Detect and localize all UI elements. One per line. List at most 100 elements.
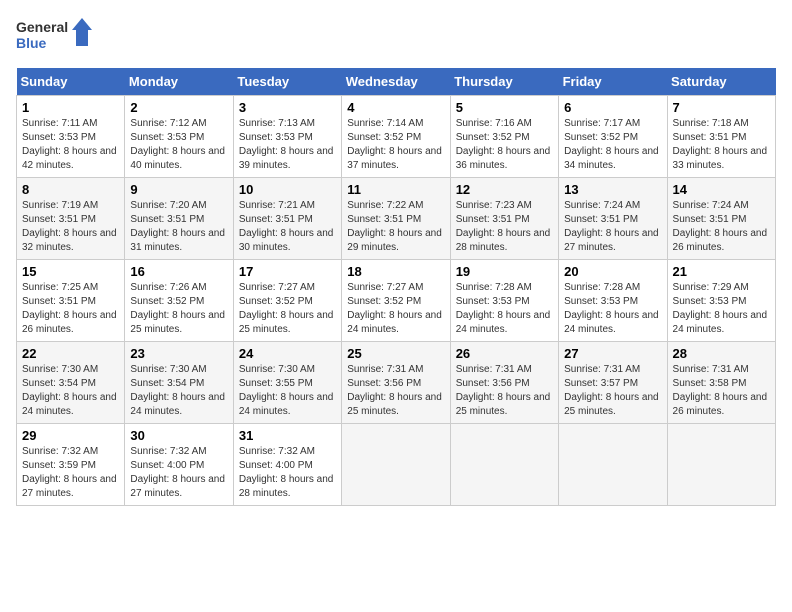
day-number: 3: [239, 100, 336, 115]
day-number: 2: [130, 100, 227, 115]
calendar-week-row: 8 Sunrise: 7:19 AM Sunset: 3:51 PM Dayli…: [17, 178, 776, 260]
day-number: 1: [22, 100, 119, 115]
day-info: Sunrise: 7:17 AM Sunset: 3:52 PM Dayligh…: [564, 117, 661, 173]
day-info: Sunrise: 7:22 AM Sunset: 3:51 PM Dayligh…: [347, 199, 444, 255]
day-number: 8: [22, 182, 119, 197]
calendar-cell: 23 Sunrise: 7:30 AM Sunset: 3:54 PM Dayl…: [125, 342, 233, 424]
calendar-cell: 20 Sunrise: 7:28 AM Sunset: 3:53 PM Dayl…: [559, 260, 667, 342]
day-number: 21: [673, 264, 770, 279]
day-number: 29: [22, 428, 119, 443]
day-number: 16: [130, 264, 227, 279]
day-number: 22: [22, 346, 119, 361]
day-info: Sunrise: 7:32 AM Sunset: 4:00 PM Dayligh…: [130, 445, 227, 501]
weekday-header-row: SundayMondayTuesdayWednesdayThursdayFrid…: [17, 68, 776, 96]
day-info: Sunrise: 7:24 AM Sunset: 3:51 PM Dayligh…: [564, 199, 661, 255]
calendar-cell: 9 Sunrise: 7:20 AM Sunset: 3:51 PM Dayli…: [125, 178, 233, 260]
day-number: 27: [564, 346, 661, 361]
day-number: 28: [673, 346, 770, 361]
calendar-cell: 2 Sunrise: 7:12 AM Sunset: 3:53 PM Dayli…: [125, 96, 233, 178]
calendar-cell: 30 Sunrise: 7:32 AM Sunset: 4:00 PM Dayl…: [125, 424, 233, 506]
calendar-cell: 13 Sunrise: 7:24 AM Sunset: 3:51 PM Dayl…: [559, 178, 667, 260]
calendar-cell: 17 Sunrise: 7:27 AM Sunset: 3:52 PM Dayl…: [233, 260, 341, 342]
day-number: 6: [564, 100, 661, 115]
calendar-table: SundayMondayTuesdayWednesdayThursdayFrid…: [16, 68, 776, 506]
calendar-cell: 5 Sunrise: 7:16 AM Sunset: 3:52 PM Dayli…: [450, 96, 558, 178]
day-info: Sunrise: 7:25 AM Sunset: 3:51 PM Dayligh…: [22, 281, 119, 337]
svg-text:General: General: [16, 19, 68, 35]
calendar-cell: 31 Sunrise: 7:32 AM Sunset: 4:00 PM Dayl…: [233, 424, 341, 506]
calendar-cell: 27 Sunrise: 7:31 AM Sunset: 3:57 PM Dayl…: [559, 342, 667, 424]
day-info: Sunrise: 7:19 AM Sunset: 3:51 PM Dayligh…: [22, 199, 119, 255]
day-info: Sunrise: 7:30 AM Sunset: 3:54 PM Dayligh…: [22, 363, 119, 419]
day-number: 20: [564, 264, 661, 279]
day-number: 24: [239, 346, 336, 361]
calendar-cell: 10 Sunrise: 7:21 AM Sunset: 3:51 PM Dayl…: [233, 178, 341, 260]
day-info: Sunrise: 7:12 AM Sunset: 3:53 PM Dayligh…: [130, 117, 227, 173]
day-number: 9: [130, 182, 227, 197]
svg-text:Blue: Blue: [16, 35, 47, 51]
day-number: 23: [130, 346, 227, 361]
weekday-header: Tuesday: [233, 68, 341, 96]
day-info: Sunrise: 7:16 AM Sunset: 3:52 PM Dayligh…: [456, 117, 553, 173]
day-info: Sunrise: 7:26 AM Sunset: 3:52 PM Dayligh…: [130, 281, 227, 337]
day-number: 5: [456, 100, 553, 115]
calendar-cell: 4 Sunrise: 7:14 AM Sunset: 3:52 PM Dayli…: [342, 96, 450, 178]
calendar-cell: 26 Sunrise: 7:31 AM Sunset: 3:56 PM Dayl…: [450, 342, 558, 424]
day-number: 4: [347, 100, 444, 115]
day-info: Sunrise: 7:31 AM Sunset: 3:56 PM Dayligh…: [347, 363, 444, 419]
day-number: 11: [347, 182, 444, 197]
day-info: Sunrise: 7:20 AM Sunset: 3:51 PM Dayligh…: [130, 199, 227, 255]
weekday-header: Saturday: [667, 68, 775, 96]
calendar-cell: [667, 424, 775, 506]
day-info: Sunrise: 7:32 AM Sunset: 3:59 PM Dayligh…: [22, 445, 119, 501]
day-number: 12: [456, 182, 553, 197]
day-info: Sunrise: 7:29 AM Sunset: 3:53 PM Dayligh…: [673, 281, 770, 337]
calendar-cell: 18 Sunrise: 7:27 AM Sunset: 3:52 PM Dayl…: [342, 260, 450, 342]
day-info: Sunrise: 7:28 AM Sunset: 3:53 PM Dayligh…: [564, 281, 661, 337]
day-info: Sunrise: 7:27 AM Sunset: 3:52 PM Dayligh…: [239, 281, 336, 337]
calendar-cell: 14 Sunrise: 7:24 AM Sunset: 3:51 PM Dayl…: [667, 178, 775, 260]
day-number: 26: [456, 346, 553, 361]
calendar-cell: 8 Sunrise: 7:19 AM Sunset: 3:51 PM Dayli…: [17, 178, 125, 260]
weekday-header: Sunday: [17, 68, 125, 96]
calendar-cell: 1 Sunrise: 7:11 AM Sunset: 3:53 PM Dayli…: [17, 96, 125, 178]
day-info: Sunrise: 7:28 AM Sunset: 3:53 PM Dayligh…: [456, 281, 553, 337]
calendar-cell: 29 Sunrise: 7:32 AM Sunset: 3:59 PM Dayl…: [17, 424, 125, 506]
weekday-header: Monday: [125, 68, 233, 96]
day-info: Sunrise: 7:21 AM Sunset: 3:51 PM Dayligh…: [239, 199, 336, 255]
calendar-cell: 6 Sunrise: 7:17 AM Sunset: 3:52 PM Dayli…: [559, 96, 667, 178]
day-number: 31: [239, 428, 336, 443]
day-info: Sunrise: 7:31 AM Sunset: 3:57 PM Dayligh…: [564, 363, 661, 419]
calendar-cell: [559, 424, 667, 506]
day-number: 13: [564, 182, 661, 197]
calendar-cell: [342, 424, 450, 506]
day-info: Sunrise: 7:23 AM Sunset: 3:51 PM Dayligh…: [456, 199, 553, 255]
day-number: 10: [239, 182, 336, 197]
day-info: Sunrise: 7:14 AM Sunset: 3:52 PM Dayligh…: [347, 117, 444, 173]
calendar-cell: 12 Sunrise: 7:23 AM Sunset: 3:51 PM Dayl…: [450, 178, 558, 260]
day-number: 14: [673, 182, 770, 197]
logo: General Blue: [16, 16, 96, 56]
day-number: 15: [22, 264, 119, 279]
calendar-week-row: 29 Sunrise: 7:32 AM Sunset: 3:59 PM Dayl…: [17, 424, 776, 506]
calendar-week-row: 22 Sunrise: 7:30 AM Sunset: 3:54 PM Dayl…: [17, 342, 776, 424]
weekday-header: Wednesday: [342, 68, 450, 96]
calendar-cell: 22 Sunrise: 7:30 AM Sunset: 3:54 PM Dayl…: [17, 342, 125, 424]
calendar-cell: 15 Sunrise: 7:25 AM Sunset: 3:51 PM Dayl…: [17, 260, 125, 342]
calendar-cell: [450, 424, 558, 506]
calendar-week-row: 15 Sunrise: 7:25 AM Sunset: 3:51 PM Dayl…: [17, 260, 776, 342]
page-header: General Blue: [16, 16, 776, 56]
day-info: Sunrise: 7:30 AM Sunset: 3:55 PM Dayligh…: [239, 363, 336, 419]
day-info: Sunrise: 7:30 AM Sunset: 3:54 PM Dayligh…: [130, 363, 227, 419]
calendar-cell: 16 Sunrise: 7:26 AM Sunset: 3:52 PM Dayl…: [125, 260, 233, 342]
calendar-cell: 7 Sunrise: 7:18 AM Sunset: 3:51 PM Dayli…: [667, 96, 775, 178]
weekday-header: Thursday: [450, 68, 558, 96]
calendar-cell: 28 Sunrise: 7:31 AM Sunset: 3:58 PM Dayl…: [667, 342, 775, 424]
day-info: Sunrise: 7:31 AM Sunset: 3:56 PM Dayligh…: [456, 363, 553, 419]
day-info: Sunrise: 7:31 AM Sunset: 3:58 PM Dayligh…: [673, 363, 770, 419]
calendar-cell: 24 Sunrise: 7:30 AM Sunset: 3:55 PM Dayl…: [233, 342, 341, 424]
day-info: Sunrise: 7:32 AM Sunset: 4:00 PM Dayligh…: [239, 445, 336, 501]
day-info: Sunrise: 7:24 AM Sunset: 3:51 PM Dayligh…: [673, 199, 770, 255]
calendar-cell: 3 Sunrise: 7:13 AM Sunset: 3:53 PM Dayli…: [233, 96, 341, 178]
calendar-week-row: 1 Sunrise: 7:11 AM Sunset: 3:53 PM Dayli…: [17, 96, 776, 178]
